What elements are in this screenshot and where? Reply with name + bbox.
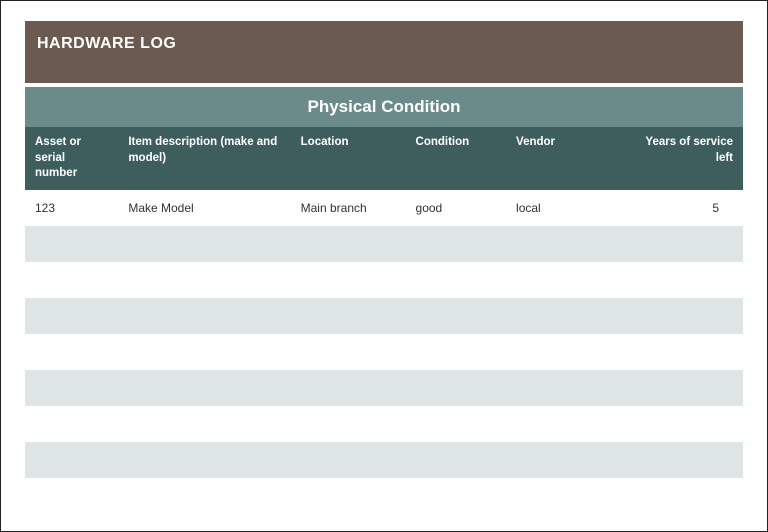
table-row <box>25 370 743 406</box>
cell-years[interactable] <box>621 406 743 442</box>
cell-desc[interactable] <box>118 334 290 370</box>
cell-years[interactable] <box>621 334 743 370</box>
cell-location[interactable] <box>291 478 406 514</box>
cell-location[interactable] <box>291 334 406 370</box>
cell-asset[interactable] <box>25 298 118 334</box>
cell-years[interactable] <box>621 478 743 514</box>
table-row <box>25 406 743 442</box>
cell-asset[interactable] <box>25 406 118 442</box>
cell-years[interactable] <box>621 370 743 406</box>
cell-location[interactable] <box>291 298 406 334</box>
cell-location[interactable] <box>291 226 406 262</box>
table-row <box>25 262 743 298</box>
banner-title: HARDWARE LOG <box>37 35 176 52</box>
cell-asset[interactable] <box>25 226 118 262</box>
cell-vendor[interactable] <box>506 478 621 514</box>
cell-asset[interactable] <box>25 370 118 406</box>
cell-years[interactable] <box>621 226 743 262</box>
cell-desc[interactable] <box>118 406 290 442</box>
table-row <box>25 298 743 334</box>
cell-asset[interactable] <box>25 442 118 478</box>
cell-years[interactable]: 5 <box>621 190 743 226</box>
cell-condition[interactable] <box>406 478 507 514</box>
cell-condition[interactable] <box>406 298 507 334</box>
cell-vendor[interactable] <box>506 334 621 370</box>
cell-vendor[interactable] <box>506 226 621 262</box>
cell-vendor[interactable]: local <box>506 190 621 226</box>
col-header-condition: Condition <box>406 127 507 190</box>
cell-condition[interactable] <box>406 406 507 442</box>
cell-asset[interactable] <box>25 334 118 370</box>
cell-condition[interactable] <box>406 262 507 298</box>
cell-condition[interactable]: good <box>406 190 507 226</box>
cell-location[interactable] <box>291 442 406 478</box>
cell-desc[interactable] <box>118 370 290 406</box>
col-header-vendor: Vendor <box>506 127 621 190</box>
cell-asset[interactable] <box>25 478 118 514</box>
table-row <box>25 334 743 370</box>
cell-vendor[interactable] <box>506 406 621 442</box>
cell-condition[interactable] <box>406 370 507 406</box>
hardware-table: Asset or serial number Item description … <box>25 127 743 514</box>
cell-desc[interactable] <box>118 262 290 298</box>
cell-years[interactable] <box>621 442 743 478</box>
cell-location[interactable] <box>291 406 406 442</box>
cell-asset[interactable]: 123 <box>25 190 118 226</box>
cell-years[interactable] <box>621 262 743 298</box>
section-title: Physical Condition <box>25 87 743 127</box>
cell-condition[interactable] <box>406 226 507 262</box>
cell-location[interactable] <box>291 370 406 406</box>
col-header-desc: Item description (make and model) <box>118 127 290 190</box>
cell-vendor[interactable] <box>506 370 621 406</box>
table-body: 123Make ModelMain branchgoodlocal5 <box>25 190 743 514</box>
table-row: 123Make ModelMain branchgoodlocal5 <box>25 190 743 226</box>
cell-asset[interactable] <box>25 262 118 298</box>
cell-vendor[interactable] <box>506 442 621 478</box>
cell-desc[interactable] <box>118 226 290 262</box>
banner: HARDWARE LOG <box>25 21 743 83</box>
cell-location[interactable]: Main branch <box>291 190 406 226</box>
cell-condition[interactable] <box>406 334 507 370</box>
cell-desc[interactable] <box>118 478 290 514</box>
cell-vendor[interactable] <box>506 262 621 298</box>
col-header-location: Location <box>291 127 406 190</box>
table-row <box>25 478 743 514</box>
table-header-row: Asset or serial number Item description … <box>25 127 743 190</box>
table-row <box>25 226 743 262</box>
cell-location[interactable] <box>291 262 406 298</box>
cell-condition[interactable] <box>406 442 507 478</box>
table-row <box>25 442 743 478</box>
cell-desc[interactable] <box>118 442 290 478</box>
cell-vendor[interactable] <box>506 298 621 334</box>
col-header-years: Years of service left <box>621 127 743 190</box>
col-header-asset: Asset or serial number <box>25 127 118 190</box>
cell-desc[interactable] <box>118 298 290 334</box>
cell-years[interactable] <box>621 298 743 334</box>
cell-desc[interactable]: Make Model <box>118 190 290 226</box>
